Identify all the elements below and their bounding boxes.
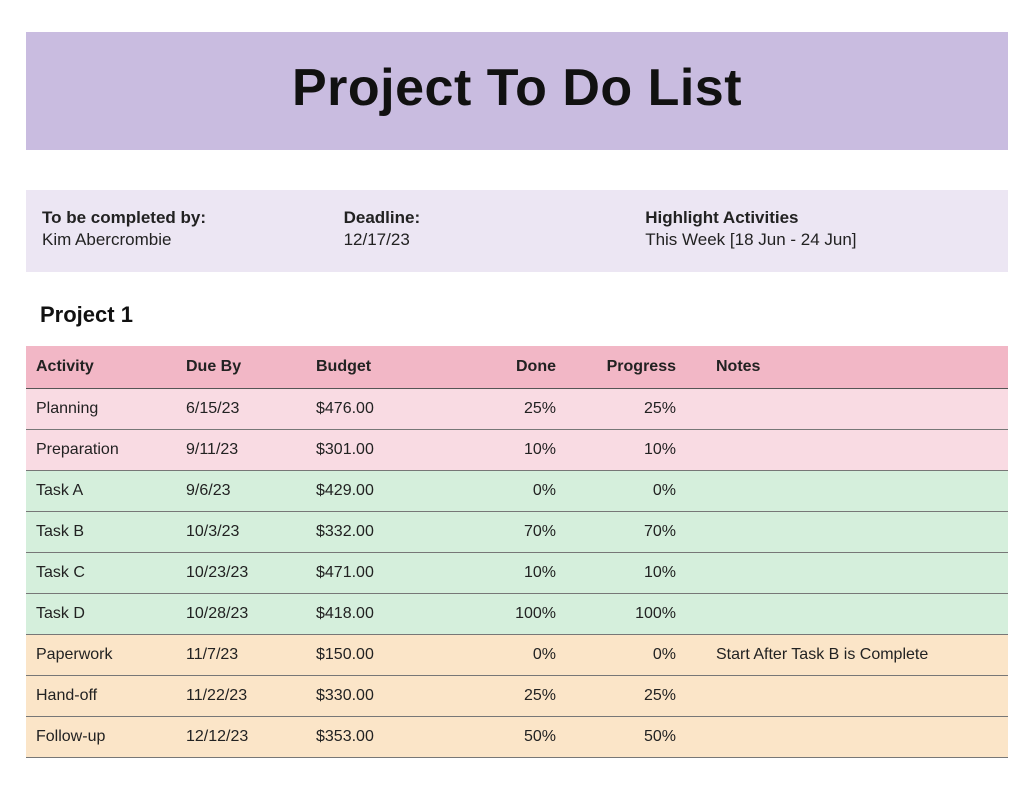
- cell-progress: 0%: [586, 471, 706, 512]
- cell-activity: Task B: [26, 512, 176, 553]
- info-highlight-label: Highlight Activities: [645, 208, 992, 228]
- cell-activity: Task C: [26, 553, 176, 594]
- table-row: Preparation9/11/23$301.0010%10%: [26, 430, 1008, 471]
- cell-budget: $332.00: [306, 512, 476, 553]
- cell-progress: 10%: [586, 553, 706, 594]
- cell-activity: Planning: [26, 389, 176, 430]
- cell-activity: Task A: [26, 471, 176, 512]
- cell-done: 10%: [476, 430, 586, 471]
- activity-table: Activity Due By Budget Done Progress Not…: [26, 346, 1008, 758]
- cell-due: 11/22/23: [176, 676, 306, 717]
- cell-notes: [706, 512, 1008, 553]
- cell-notes: [706, 676, 1008, 717]
- cell-done: 10%: [476, 553, 586, 594]
- table-row: Paperwork11/7/23$150.000%0%Start After T…: [26, 635, 1008, 676]
- cell-progress: 70%: [586, 512, 706, 553]
- cell-done: 50%: [476, 717, 586, 758]
- cell-done: 25%: [476, 676, 586, 717]
- table-row: Task B10/3/23$332.0070%70%: [26, 512, 1008, 553]
- cell-budget: $330.00: [306, 676, 476, 717]
- cell-progress: 100%: [586, 594, 706, 635]
- cell-notes: [706, 471, 1008, 512]
- col-done: Done: [476, 346, 586, 389]
- cell-due: 12/12/23: [176, 717, 306, 758]
- cell-progress: 50%: [586, 717, 706, 758]
- cell-budget: $429.00: [306, 471, 476, 512]
- cell-progress: 10%: [586, 430, 706, 471]
- info-bar: To be completed by: Kim Abercrombie Dead…: [26, 190, 1008, 272]
- cell-notes: [706, 553, 1008, 594]
- cell-notes: [706, 594, 1008, 635]
- cell-due: 6/15/23: [176, 389, 306, 430]
- info-completed-value: Kim Abercrombie: [42, 230, 344, 250]
- cell-due: 11/7/23: [176, 635, 306, 676]
- cell-budget: $476.00: [306, 389, 476, 430]
- col-activity: Activity: [26, 346, 176, 389]
- col-notes: Notes: [706, 346, 1008, 389]
- cell-activity: Paperwork: [26, 635, 176, 676]
- cell-notes: [706, 430, 1008, 471]
- cell-notes: Start After Task B is Complete: [706, 635, 1008, 676]
- info-deadline-label: Deadline:: [344, 208, 646, 228]
- table-row: Planning6/15/23$476.0025%25%: [26, 389, 1008, 430]
- cell-due: 10/23/23: [176, 553, 306, 594]
- col-budget: Budget: [306, 346, 476, 389]
- cell-done: 70%: [476, 512, 586, 553]
- table-row: Task A9/6/23$429.000%0%: [26, 471, 1008, 512]
- table-row: Hand-off11/22/23$330.0025%25%: [26, 676, 1008, 717]
- col-due: Due By: [176, 346, 306, 389]
- table-header-row: Activity Due By Budget Done Progress Not…: [26, 346, 1008, 389]
- cell-budget: $353.00: [306, 717, 476, 758]
- cell-due: 9/11/23: [176, 430, 306, 471]
- cell-due: 10/28/23: [176, 594, 306, 635]
- col-progress: Progress: [586, 346, 706, 389]
- cell-budget: $301.00: [306, 430, 476, 471]
- cell-done: 0%: [476, 635, 586, 676]
- cell-activity: Task D: [26, 594, 176, 635]
- cell-budget: $418.00: [306, 594, 476, 635]
- cell-done: 100%: [476, 594, 586, 635]
- info-deadline-value: 12/17/23: [344, 230, 646, 250]
- project-heading: Project 1: [40, 302, 1008, 328]
- cell-budget: $150.00: [306, 635, 476, 676]
- cell-done: 0%: [476, 471, 586, 512]
- table-row: Follow-up12/12/23$353.0050%50%: [26, 717, 1008, 758]
- page-title: Project To Do List: [26, 58, 1008, 118]
- cell-notes: [706, 717, 1008, 758]
- cell-due: 9/6/23: [176, 471, 306, 512]
- cell-progress: 25%: [586, 676, 706, 717]
- table-row: Task D10/28/23$418.00100%100%: [26, 594, 1008, 635]
- table-row: Task C10/23/23$471.0010%10%: [26, 553, 1008, 594]
- cell-done: 25%: [476, 389, 586, 430]
- cell-progress: 0%: [586, 635, 706, 676]
- info-highlight: Highlight Activities This Week [18 Jun -…: [645, 208, 992, 250]
- title-bar: Project To Do List: [26, 32, 1008, 150]
- cell-activity: Follow-up: [26, 717, 176, 758]
- cell-activity: Preparation: [26, 430, 176, 471]
- cell-due: 10/3/23: [176, 512, 306, 553]
- info-completed: To be completed by: Kim Abercrombie: [42, 208, 344, 250]
- cell-progress: 25%: [586, 389, 706, 430]
- cell-activity: Hand-off: [26, 676, 176, 717]
- info-completed-label: To be completed by:: [42, 208, 344, 228]
- info-deadline: Deadline: 12/17/23: [344, 208, 646, 250]
- info-highlight-value: This Week [18 Jun - 24 Jun]: [645, 230, 992, 250]
- cell-notes: [706, 389, 1008, 430]
- cell-budget: $471.00: [306, 553, 476, 594]
